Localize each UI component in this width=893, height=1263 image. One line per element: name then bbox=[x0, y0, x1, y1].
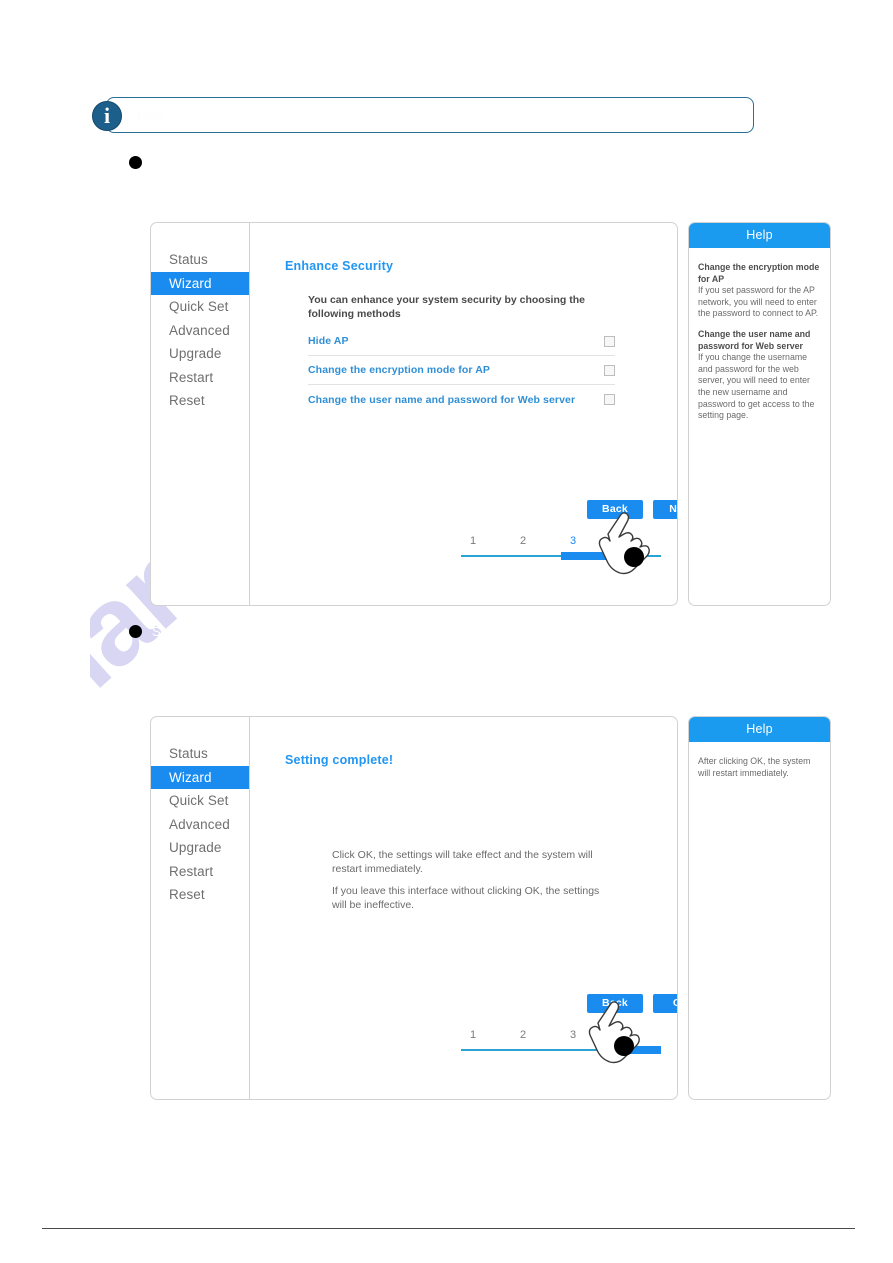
step-number-3[interactable]: 3 bbox=[561, 535, 585, 547]
help-section: Change the encryption mode for AP If you… bbox=[698, 262, 821, 320]
sidebar-item-reset[interactable]: Reset bbox=[151, 389, 249, 413]
step-number-2[interactable]: 2 bbox=[511, 535, 535, 547]
option-row-web-credentials[interactable]: Change the user name and password for We… bbox=[308, 385, 615, 414]
ok-button[interactable]: OK bbox=[653, 994, 677, 1013]
sidebar-2: Status Wizard Quick Set Advanced Upgrade… bbox=[151, 717, 250, 1099]
complete-paragraph-2: If you leave this interface without clic… bbox=[332, 885, 600, 911]
help-section: After clicking OK, the system will resta… bbox=[698, 756, 821, 779]
sidebar-item-quick-set[interactable]: Quick Set bbox=[151, 789, 249, 813]
option-row-hide-ap[interactable]: Hide AP bbox=[308, 327, 615, 356]
help-section-body: If you change the username and password … bbox=[698, 352, 815, 421]
sidebar-item-wizard[interactable]: Wizard bbox=[151, 765, 249, 789]
sidebar-1: Status Wizard Quick Set Advanced Upgrade… bbox=[151, 223, 250, 605]
sidebar-item-quick-set[interactable]: Quick Set bbox=[151, 295, 249, 319]
info-icon: i bbox=[92, 101, 122, 131]
sidebar-item-advanced[interactable]: Advanced bbox=[151, 813, 249, 837]
sidebar-item-upgrade[interactable]: Upgrade bbox=[151, 836, 249, 860]
option-checkbox-hide-ap[interactable] bbox=[604, 335, 615, 347]
help-panel-body: After clicking OK, the system will resta… bbox=[689, 742, 830, 789]
help-section-heading: Change the user name and password for We… bbox=[698, 328, 811, 351]
help-panel-body: Change the encryption mode for AP If you… bbox=[689, 248, 830, 432]
sidebar-item-advanced[interactable]: Advanced bbox=[151, 319, 249, 343]
sidebar-item-restart[interactable]: Restart bbox=[151, 366, 249, 390]
sidebar-item-reset[interactable]: Reset bbox=[151, 883, 249, 907]
security-options-list: Hide AP Change the encryption mode for A… bbox=[308, 327, 615, 414]
sidebar-item-status[interactable]: Status bbox=[151, 248, 249, 272]
step-number-1[interactable]: 1 bbox=[461, 1029, 485, 1041]
bullet-dot-icon bbox=[129, 156, 142, 169]
hand-cursor-icon bbox=[588, 1001, 640, 1064]
option-row-encryption-mode[interactable]: Change the encryption mode for AP bbox=[308, 356, 615, 385]
list-item-label: Step 3 bbox=[152, 155, 190, 170]
figure-setting-complete: Status Wizard Quick Set Advanced Upgrade… bbox=[150, 716, 831, 1100]
note-callout: i Note bbox=[92, 97, 754, 133]
hand-cursor-icon bbox=[598, 512, 650, 575]
option-checkbox-web-credentials[interactable] bbox=[604, 394, 615, 405]
figure-enhance-security: Status Wizard Quick Set Advanced Upgrade… bbox=[150, 222, 831, 606]
help-panel-1: Help Change the encryption mode for AP I… bbox=[688, 222, 831, 606]
bullet-dot-icon bbox=[129, 625, 142, 638]
page-title: Enhance Security bbox=[285, 259, 394, 273]
help-section: Change the user name and password for We… bbox=[698, 329, 821, 422]
help-panel-title: Help bbox=[689, 717, 830, 742]
note-text: Note bbox=[137, 107, 165, 122]
help-panel-title: Help bbox=[689, 223, 830, 248]
complete-paragraph-1: Click OK, the settings will take effect … bbox=[332, 849, 593, 875]
help-section-body: After clicking OK, the system will resta… bbox=[698, 756, 811, 778]
footer-divider bbox=[42, 1228, 855, 1229]
page-title: Setting complete! bbox=[285, 753, 394, 767]
list-item-label: Step 4 bbox=[152, 624, 190, 639]
sidebar-item-restart[interactable]: Restart bbox=[151, 860, 249, 884]
step-number-2[interactable]: 2 bbox=[511, 1029, 535, 1041]
help-panel-2: Help After clicking OK, the system will … bbox=[688, 716, 831, 1100]
option-label: Change the user name and password for We… bbox=[308, 393, 576, 406]
step-number-1[interactable]: 1 bbox=[461, 535, 485, 547]
list-item: Step 4 bbox=[129, 624, 190, 639]
option-checkbox-encryption-mode[interactable] bbox=[604, 364, 615, 376]
help-section-heading: Change the encryption mode for AP bbox=[698, 262, 820, 284]
list-item: Step 3 bbox=[129, 155, 190, 170]
sidebar-item-status[interactable]: Status bbox=[151, 742, 249, 766]
help-section-body: If you set password for the AP network, … bbox=[698, 285, 819, 319]
option-label: Hide AP bbox=[308, 335, 349, 347]
sidebar-item-wizard[interactable]: Wizard bbox=[151, 271, 249, 295]
intro-text: You can enhance your system security by … bbox=[308, 294, 585, 320]
sidebar-item-upgrade[interactable]: Upgrade bbox=[151, 342, 249, 366]
option-label: Change the encryption mode for AP bbox=[308, 364, 491, 376]
